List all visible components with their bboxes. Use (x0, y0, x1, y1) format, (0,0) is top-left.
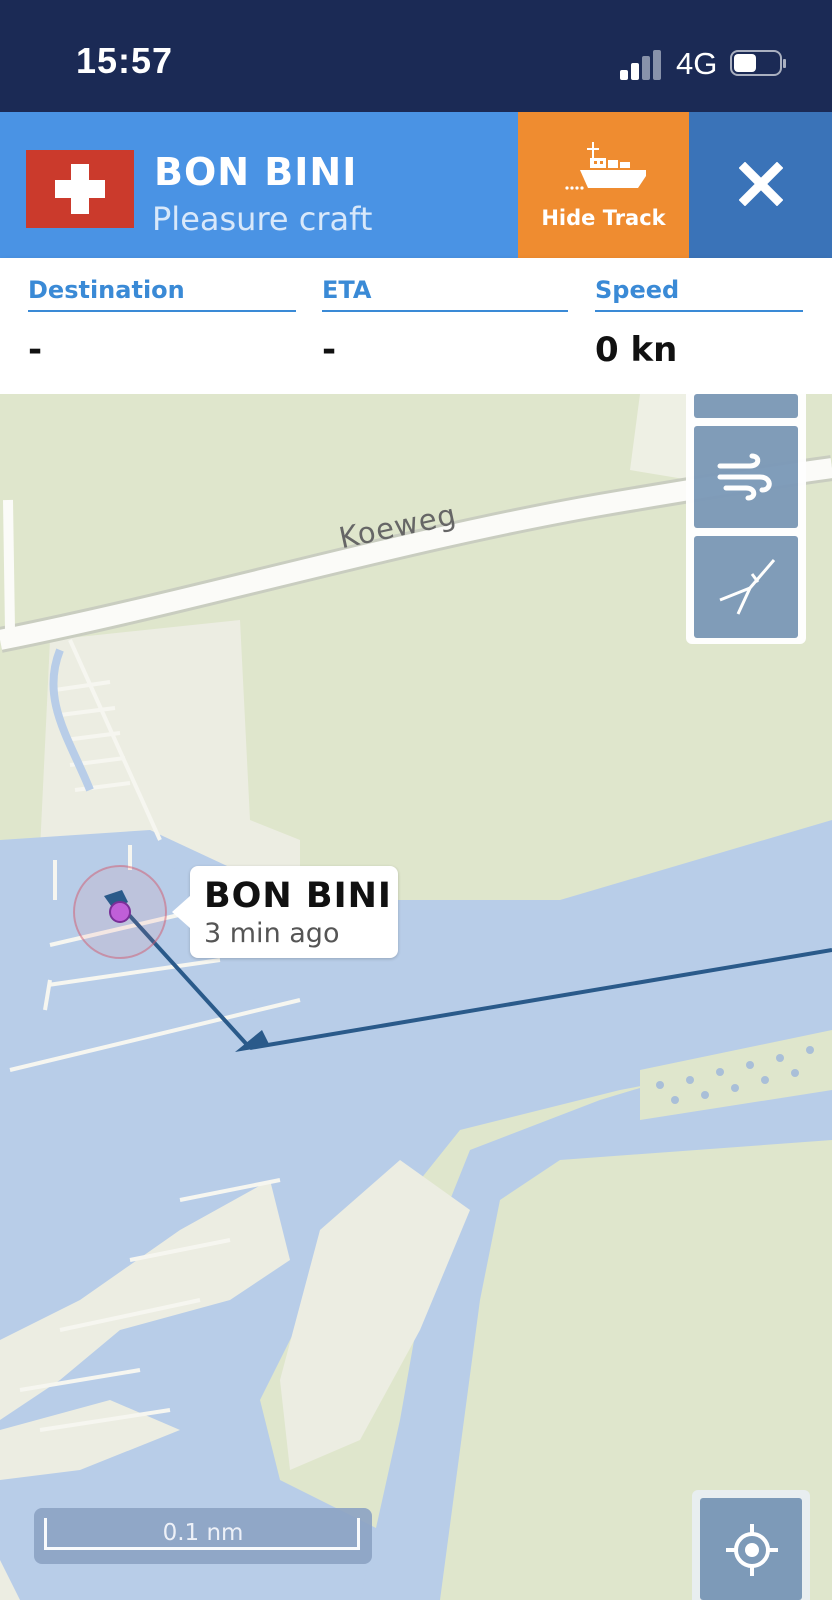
hide-track-button[interactable]: Hide Track (518, 112, 689, 258)
measure-button[interactable] (694, 536, 798, 638)
close-icon (739, 162, 783, 206)
ship-icon (565, 142, 646, 190)
layers-button[interactable] (694, 394, 798, 418)
network-type: 4G (676, 46, 718, 81)
locate-icon (726, 1524, 778, 1576)
map-tools-panel (686, 394, 806, 644)
eta-label: ETA (322, 276, 568, 312)
signal-strength-icon (620, 50, 664, 80)
status-time: 15:57 (76, 40, 174, 81)
speed-column: Speed 0 kn (595, 276, 803, 370)
status-bar: 15:57 4G (0, 0, 832, 112)
speed-label: Speed (595, 276, 803, 312)
wind-button[interactable] (694, 426, 798, 528)
eta-value: - (322, 330, 337, 370)
close-button[interactable] (689, 112, 832, 258)
map-scale: 0.1 nm (34, 1508, 372, 1564)
wind-icon (717, 453, 772, 501)
destination-label: Destination (28, 276, 296, 312)
speed-value: 0 kn (595, 330, 678, 370)
measure-compass-icon (719, 559, 776, 615)
locate-panel (692, 1490, 810, 1600)
locate-button[interactable] (700, 1498, 802, 1600)
eta-column: ETA - (322, 276, 568, 370)
vessel-info-panel: Destination - ETA - Speed 0 kn (0, 258, 832, 394)
vessel-map-label[interactable]: BON BINI 3 min ago (172, 866, 398, 958)
scale-label: 0.1 nm (162, 1520, 244, 1546)
vessel-name: BON BINI (154, 150, 358, 194)
hide-track-label: Hide Track (541, 206, 666, 230)
vessel-header: BON BINI Pleasure craft Hide Track (0, 112, 832, 258)
vessel-type: Pleasure craft (152, 200, 373, 238)
vessel-map-label-time: 3 min ago (204, 918, 340, 949)
battery-icon (730, 50, 786, 78)
swiss-flag-icon (26, 150, 134, 228)
destination-value: - (28, 330, 43, 370)
destination-column: Destination - (28, 276, 296, 370)
vessel-map-label-name: BON BINI (204, 876, 392, 916)
